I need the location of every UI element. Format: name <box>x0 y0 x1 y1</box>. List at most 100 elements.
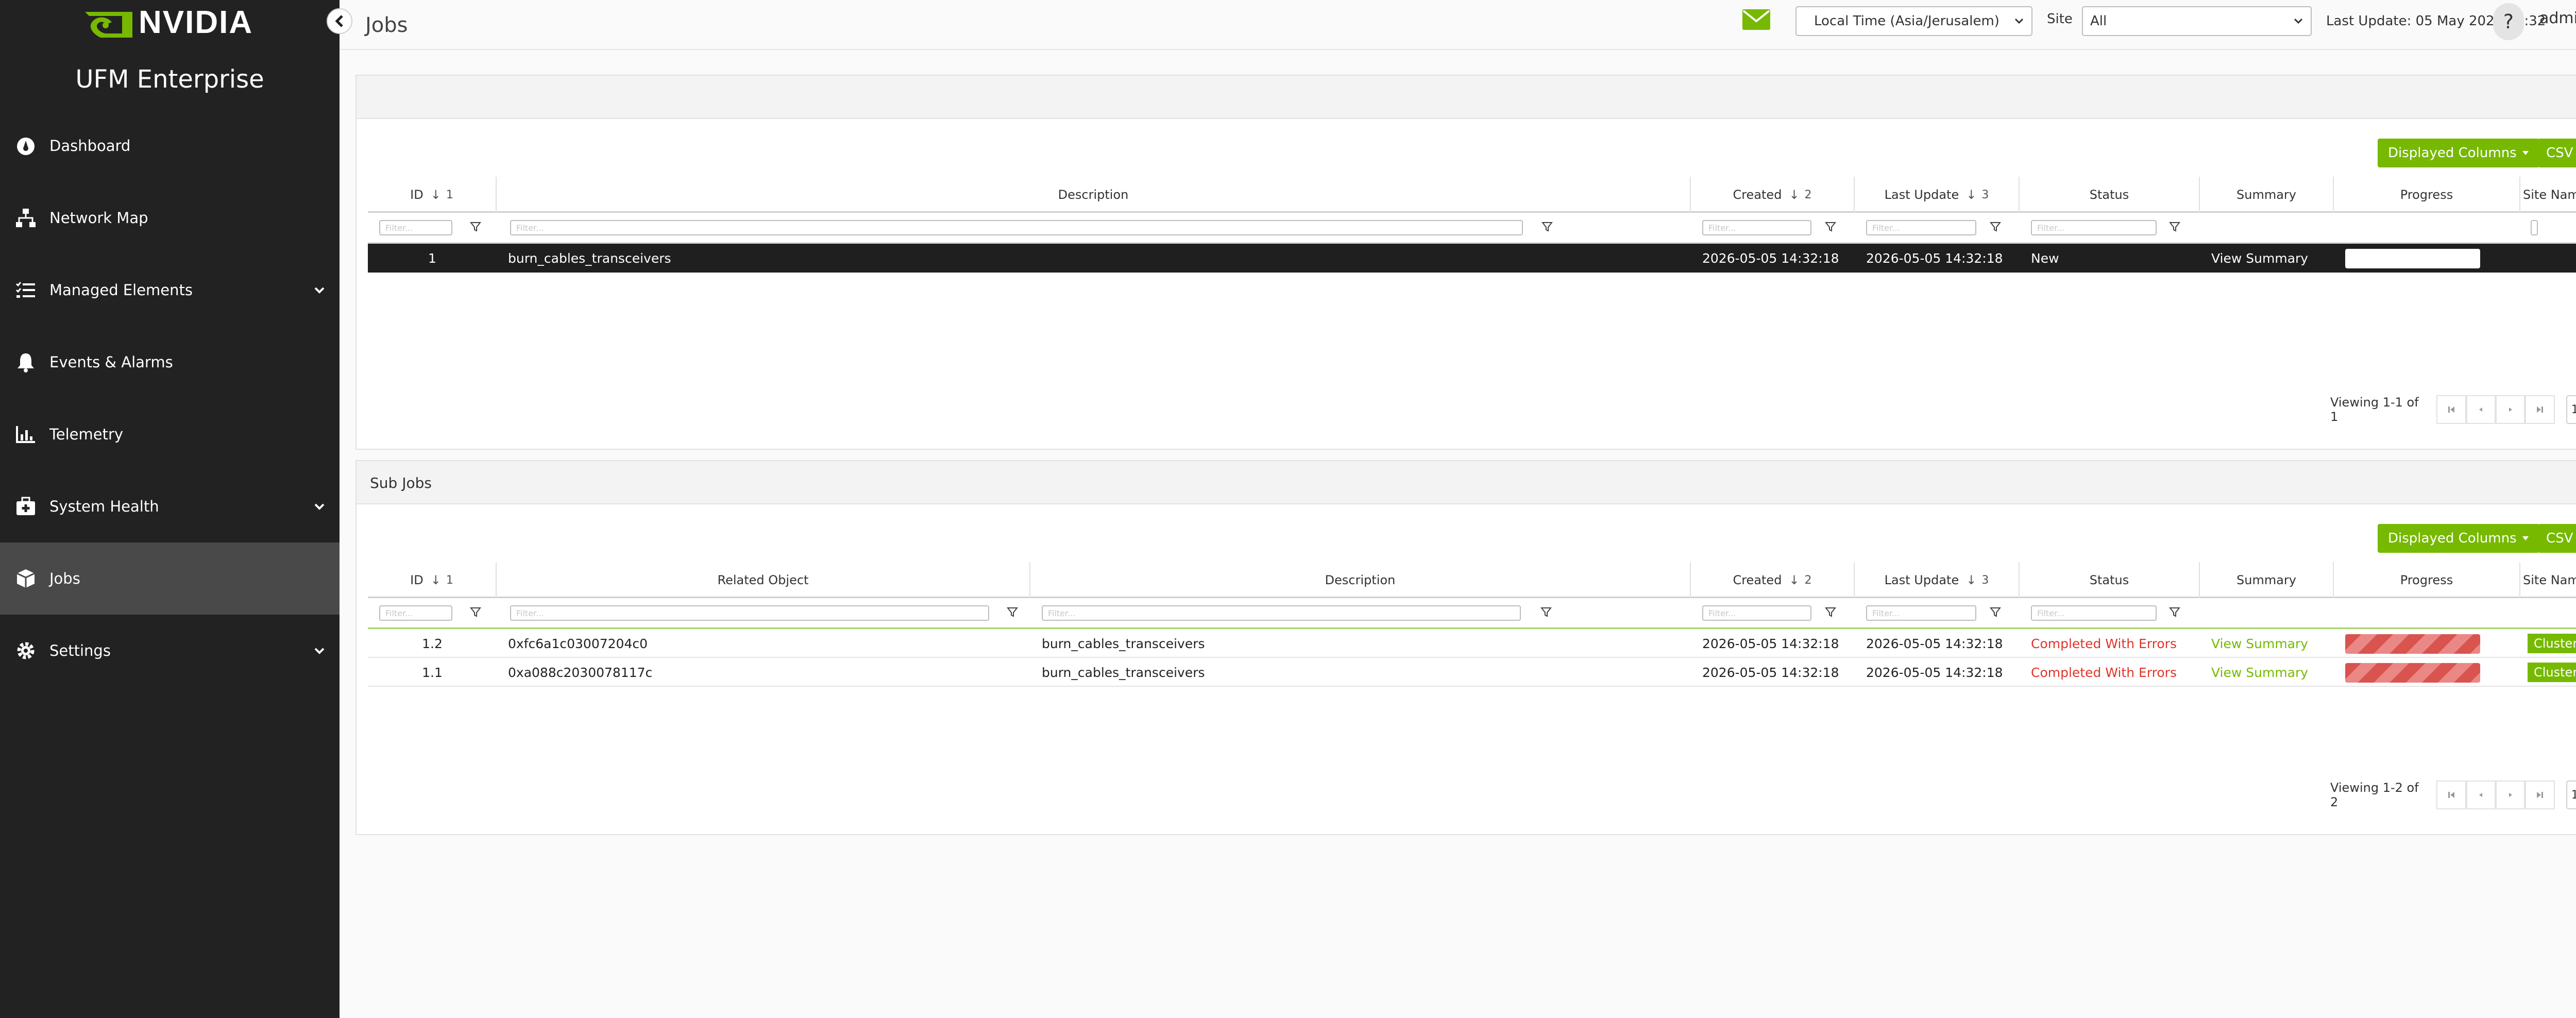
column-header-related-object[interactable]: Related Object <box>497 562 1030 598</box>
filter-input-created[interactable]: Filter... <box>1702 605 1811 621</box>
filter-input-status[interactable]: Filter... <box>2031 605 2157 621</box>
first-page-button[interactable] <box>2436 781 2466 809</box>
filter-icon[interactable] <box>1541 221 1553 232</box>
column-header-status[interactable]: Status <box>2020 562 2200 598</box>
sidebar-item-jobs[interactable]: Jobs <box>0 542 340 615</box>
prev-page-icon <box>2479 793 2483 797</box>
column-header-id[interactable]: ID ↓ 1 <box>368 562 497 598</box>
cell-summary-link[interactable]: View Summary <box>2211 244 2308 273</box>
user-menu[interactable]: admin <box>2539 9 2576 27</box>
sidebar-item-dashboard[interactable]: Dashboard <box>0 110 340 182</box>
table-header: ID ↓ 1 Related Object Description Created ↓… <box>368 562 2576 598</box>
progress-bar <box>2345 634 2480 654</box>
filter-icon[interactable] <box>1540 606 1552 618</box>
filter-icon[interactable] <box>2169 606 2180 618</box>
csv-button[interactable]: CSV <box>2538 524 2576 553</box>
filter-icon[interactable] <box>470 606 481 618</box>
column-header-summary[interactable]: Summary <box>2200 562 2334 598</box>
help-button[interactable]: ? <box>2493 3 2524 40</box>
cell-status: Completed With Errors <box>2031 636 2177 651</box>
site-badge: Cluster_18FE28AD96 <box>2528 663 2576 682</box>
filter-input-id[interactable]: Filter... <box>379 605 452 621</box>
column-header-created[interactable]: Created ↓ 2 <box>1691 562 1855 598</box>
cell-id: 1 <box>428 250 436 266</box>
filter-icon[interactable] <box>470 221 481 232</box>
table-row[interactable]: 1 burn_cables_transceivers 2026-05-05 14… <box>368 244 2576 273</box>
filter-input-last-update[interactable]: Filter... <box>1866 605 1976 621</box>
prev-page-button[interactable] <box>2466 395 2496 424</box>
filter-icon[interactable] <box>1990 221 2001 232</box>
prev-page-button[interactable] <box>2466 781 2496 809</box>
sub-jobs-table: ID ↓ 1 Related Object Description Created ↓… <box>368 562 2576 687</box>
refresh-icon[interactable] <box>2574 89 2576 107</box>
cell-summary-link[interactable]: View Summary <box>2211 658 2308 687</box>
sidebar-nav: Dashboard Network Map Managed Elements E… <box>0 110 340 687</box>
column-header-created[interactable]: Created ↓ 2 <box>1691 177 1855 213</box>
timezone-select[interactable]: Local Time (Asia/Jerusalem) <box>1795 6 2032 36</box>
cell-id: 1.2 <box>422 636 443 651</box>
column-header-description[interactable]: Description <box>497 177 1691 213</box>
site-select[interactable]: All <box>2082 6 2312 36</box>
filter-input-description[interactable]: Filter... <box>510 220 1523 235</box>
jobs-table: ID ↓ 1 Description Created ↓ 2 Last Update ↓ 3… <box>368 177 2576 273</box>
column-header-description[interactable]: Description <box>1030 562 1691 598</box>
next-page-button[interactable] <box>2495 395 2526 424</box>
filter-icon[interactable] <box>1990 606 2001 618</box>
sidebar-item-settings[interactable]: Settings <box>0 615 340 687</box>
sort-down-icon: ↓ <box>430 573 441 587</box>
filter-icon[interactable] <box>1007 606 1018 618</box>
jobs-panel-header <box>357 76 2576 119</box>
page-size-value: 10 <box>2571 788 2576 802</box>
table-row[interactable]: 1.1 0xa088c2030078117c burn_cables_trans… <box>368 658 2576 687</box>
filter-input-id[interactable]: Filter... <box>379 220 452 235</box>
filter-icon[interactable] <box>1825 221 1836 232</box>
sidebar-item-events-alarms[interactable]: Events & Alarms <box>0 326 340 398</box>
cell-created: 2026-05-05 14:32:18 <box>1702 665 1839 680</box>
last-page-button[interactable] <box>2525 781 2555 809</box>
filter-input-status[interactable]: Filter... <box>2031 220 2157 235</box>
cell-last-update: 2026-05-05 14:32:18 <box>1866 250 2003 266</box>
filter-input-description[interactable]: Filter... <box>1042 605 1521 621</box>
displayed-columns-button[interactable]: Displayed Columns <box>2378 524 2539 553</box>
column-header-site-name[interactable]: Site Name <box>2520 562 2576 598</box>
csv-button[interactable]: CSV <box>2538 139 2576 167</box>
top-bar: Jobs Local Time (Asia/Jerusalem) Site Al… <box>340 0 2576 50</box>
cell-summary-link[interactable]: View Summary <box>2211 629 2308 658</box>
sidebar-item-system-health[interactable]: System Health <box>0 470 340 542</box>
filter-icon[interactable] <box>1825 606 1836 618</box>
filter-icon[interactable] <box>2169 221 2180 232</box>
page-title: Jobs <box>365 13 408 37</box>
box-icon <box>14 567 37 590</box>
column-header-status[interactable]: Status <box>2020 177 2200 213</box>
cell-created: 2026-05-05 14:32:18 <box>1702 636 1839 651</box>
viewing-text: Viewing 1-1 of 1 <box>2330 395 2419 424</box>
column-header-id[interactable]: ID ↓ 1 <box>368 177 497 213</box>
page-size-select[interactable]: 10 <box>2566 395 2576 424</box>
page-size-select[interactable]: 10 <box>2566 781 2576 809</box>
chevron-left-icon <box>335 15 343 27</box>
sidebar-item-network-map[interactable]: Network Map <box>0 182 340 254</box>
network-map-icon <box>14 207 37 229</box>
chevron-down-icon <box>314 648 325 654</box>
mail-icon[interactable] <box>1742 9 1771 30</box>
column-header-progress[interactable]: Progress <box>2334 177 2520 213</box>
filter-row: Filter... Filter... Filter... Filter... … <box>368 598 2576 629</box>
next-page-button[interactable] <box>2495 781 2526 809</box>
filter-input-related-object[interactable]: Filter... <box>510 605 989 621</box>
filter-input-last-update[interactable]: Filter... <box>1866 220 1976 235</box>
sidebar-item-managed-elements[interactable]: Managed Elements <box>0 254 340 326</box>
sidebar-item-telemetry[interactable]: Telemetry <box>0 398 340 470</box>
column-header-last-update[interactable]: Last Update ↓ 3 <box>1855 562 2020 598</box>
dashboard-icon <box>14 134 37 157</box>
sidebar-collapse-button[interactable] <box>327 8 352 34</box>
filter-input-created[interactable]: Filter... <box>1702 220 1811 235</box>
last-page-button[interactable] <box>2525 395 2555 424</box>
displayed-columns-button[interactable]: Displayed Columns <box>2378 139 2539 167</box>
column-header-last-update[interactable]: Last Update ↓ 3 <box>1855 177 2020 213</box>
sidebar-item-label: Managed Elements <box>49 281 193 299</box>
column-header-progress[interactable]: Progress <box>2334 562 2520 598</box>
first-page-button[interactable] <box>2436 395 2466 424</box>
column-header-site-name[interactable]: Site Name <box>2520 177 2576 213</box>
table-row[interactable]: 1.2 0xfc6a1c03007204c0 burn_cables_trans… <box>368 629 2576 658</box>
column-header-summary[interactable]: Summary <box>2200 177 2334 213</box>
